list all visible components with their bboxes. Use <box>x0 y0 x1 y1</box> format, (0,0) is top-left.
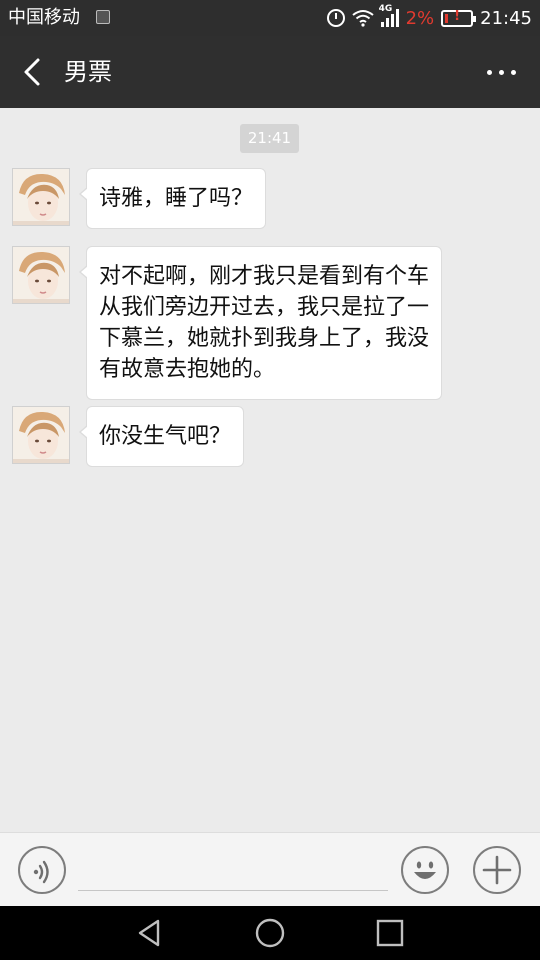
more-dots-icon <box>487 69 492 75</box>
message-list[interactable]: 21:41 诗雅，睡了吗？ 对不起啊，刚才我只是看到有个车 从我们旁边开过去，我… <box>0 108 540 832</box>
voice-input-button[interactable] <box>18 846 66 894</box>
emoji-button[interactable] <box>401 846 449 894</box>
square-recents-icon <box>376 919 404 947</box>
smiley-icon <box>414 861 436 879</box>
cell-signal-icon: 4G <box>379 4 399 27</box>
network-type-label: 4G <box>378 4 393 14</box>
back-button[interactable] <box>14 52 54 92</box>
contact-avatar[interactable] <box>12 168 70 226</box>
chat-header: 男票 <box>0 36 540 108</box>
nav-home-button[interactable] <box>254 917 286 949</box>
battery-percent: 2% <box>405 7 435 29</box>
status-bar: 中国移动 4G 2% ! 21:45 <box>0 0 540 36</box>
wifi-icon <box>351 10 374 27</box>
system-navigation-bar <box>0 906 540 960</box>
message-bubble[interactable]: 对不起啊，刚才我只是看到有个车 从我们旁边开过去，我只是拉了一 下慕兰，她就扑到… <box>78 246 443 400</box>
contact-avatar[interactable] <box>12 406 70 464</box>
chat-title: 男票 <box>64 58 112 86</box>
more-options-button[interactable] <box>476 62 516 82</box>
circle-home-icon <box>255 918 285 948</box>
contact-avatar[interactable] <box>12 246 70 304</box>
alarm-icon <box>326 9 345 27</box>
clock: 21:45 <box>480 7 532 29</box>
triangle-back-icon <box>138 919 160 947</box>
message-timestamp: 21:41 <box>240 124 299 153</box>
message-text-input[interactable] <box>78 853 388 891</box>
nav-back-button[interactable] <box>134 917 166 949</box>
message-input-bar <box>0 832 540 906</box>
more-functions-button[interactable] <box>473 846 521 894</box>
message-bubble[interactable]: 诗雅，睡了吗？ <box>78 168 267 229</box>
status-icons: 4G 2% ! 21:45 <box>326 4 532 30</box>
nav-recents-button[interactable] <box>374 917 406 949</box>
carrier-name: 中国移动 <box>8 7 80 28</box>
plus-icon <box>482 855 512 885</box>
battery-low-icon: ! <box>441 9 477 27</box>
chevron-left-icon <box>24 58 40 86</box>
voice-icon <box>33 860 49 884</box>
gallery-notification-icon <box>96 10 110 24</box>
message-bubble[interactable]: 你没生气吧？ <box>78 406 245 467</box>
